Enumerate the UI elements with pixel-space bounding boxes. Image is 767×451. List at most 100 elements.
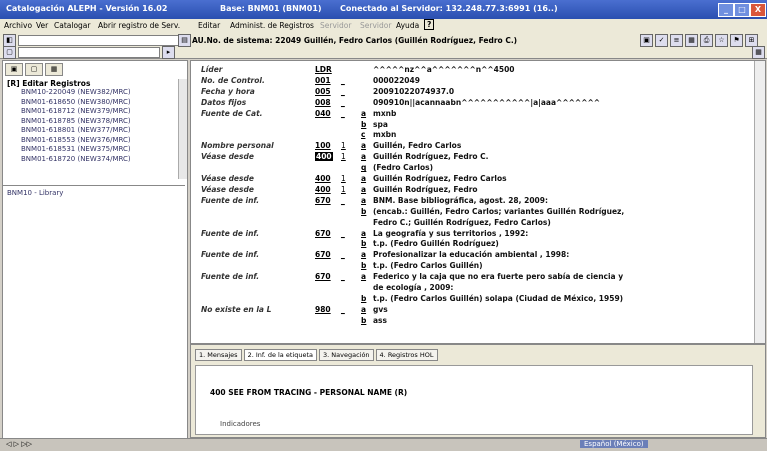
menu-servidor-2[interactable]: Servidor	[360, 21, 391, 30]
subfield-code: a	[361, 272, 367, 282]
menu-catalogar[interactable]: Catalogar	[54, 21, 90, 30]
field-value: Fedro C.; Guillén Rodríguez, Fedro Carlo…	[373, 217, 551, 227]
tree-item[interactable]: BNM01-618801 (NEW377/MRC)	[7, 126, 179, 136]
field-value: ^^^^^nz^^a^^^^^^^n^^4500	[373, 65, 515, 74]
field-indicator: 1	[341, 141, 346, 151]
maximize-button[interactable]: □	[734, 3, 750, 17]
menu-servidor[interactable]: Servidor	[320, 21, 351, 30]
search-input[interactable]	[18, 47, 160, 58]
field-tag: 980	[315, 304, 331, 314]
field-label: No existe en la L	[201, 304, 272, 314]
field-value: mxnb	[373, 108, 397, 118]
tab-mensajes[interactable]: 1. Mensajes	[195, 349, 242, 361]
list-icon[interactable]: ≡	[670, 34, 683, 47]
grid-icon[interactable]: ▦	[685, 34, 698, 47]
info-tabs: 1. Mensajes 2. Inf. de la etiqueta 3. Nave…	[195, 349, 440, 361]
print-icon[interactable]: ⎙	[700, 34, 713, 47]
menu-archivo[interactable]: Archivo	[4, 21, 32, 30]
subfield-code: a	[361, 228, 367, 238]
editor-scrollbar[interactable]	[754, 61, 765, 343]
record-editor: Líder LDR ^^^^^nz^^a^^^^^^^n^^4500 No. de C…	[190, 60, 766, 344]
field-tag: 670	[315, 195, 331, 205]
left-tabs: ▣ ▢ ▦	[5, 63, 65, 76]
close-button[interactable]: X	[750, 3, 766, 17]
field-value: (Fedro Carlos)	[373, 163, 434, 173]
field-label: Fuente de inf.	[201, 195, 260, 205]
menu-editar[interactable]: Editar	[198, 21, 220, 30]
toggle-icon[interactable]: ▦	[752, 46, 765, 59]
tab-navegacion[interactable]: 3. Navegación	[319, 349, 374, 361]
library-node[interactable]: BNM10 - Library	[7, 189, 63, 197]
tree-item[interactable]: BNM01-618531 (NEW375/MRC)	[7, 145, 179, 155]
tree-item[interactable]: BNM01-618712 (NEW379/MRC)	[7, 107, 179, 117]
tab-inf-etiqueta[interactable]: 2. Inf. de la etiqueta	[243, 349, 317, 361]
minimize-button[interactable]: _	[718, 3, 734, 17]
menu-administ[interactable]: Administ. de Registros	[230, 21, 314, 30]
go-icon[interactable]: ▸	[162, 46, 175, 59]
record-tree: [R] Editar Registros BNM10-220049 (NEW38…	[7, 79, 179, 179]
subfield-code: b	[361, 315, 367, 325]
field-value: 20091022074937.0	[373, 86, 455, 96]
field-tag: LDR	[315, 65, 332, 74]
field-value: Profesionalizar la educación ambiental ,…	[373, 250, 570, 260]
field-tag: 001	[315, 75, 331, 85]
base-label: Base: BNM01 (BNM01)	[220, 4, 322, 13]
field-value: 000022049	[373, 75, 420, 85]
field-value: BNM. Base bibliográfica, agost. 28, 2009…	[373, 195, 548, 205]
info-panel: 1. Mensajes 2. Inf. de la etiqueta 3. Nave…	[190, 344, 766, 438]
tree-scrollbar[interactable]	[178, 79, 187, 179]
field-value: gvs	[373, 304, 388, 314]
field-label: Líder	[201, 65, 223, 74]
subfield-code: a	[361, 174, 367, 183]
field-indicator: _	[341, 97, 345, 107]
record-header: AU.No. de sistema: 22049 Guillén, Fedro …	[192, 36, 518, 45]
tree-item[interactable]: BNM01-618720 (NEW374/MRC)	[7, 155, 179, 165]
tag-info-content: 400 SEE FROM TRACING - PERSONAL NAME (R)…	[195, 365, 753, 435]
tree-item[interactable]: BNM10-220049 (NEW382/MRC)	[7, 88, 179, 98]
language-indicator[interactable]: Español (México)	[580, 440, 648, 448]
flag-icon[interactable]: ⚑	[730, 34, 743, 47]
field-tag: 400	[315, 152, 333, 162]
tree-item[interactable]: BNM01-618553 (NEW376/MRC)	[7, 136, 179, 146]
app-title: Catalogación ALEPH - Versión 16.02	[6, 4, 168, 13]
field-label: Datos fijos	[201, 97, 247, 107]
star-icon[interactable]: ☆	[715, 34, 728, 47]
tab-grid[interactable]: ▦	[45, 63, 63, 76]
tab-list[interactable]: ▢	[25, 63, 43, 76]
save-icon[interactable]: ▣	[640, 34, 653, 47]
tab-tree[interactable]: ▣	[5, 63, 23, 76]
menu-abrir-registro[interactable]: Abrir registro de Serv.	[98, 21, 180, 30]
field-value: Guillén Rodríguez, Fedro Carlos	[373, 174, 507, 183]
field-indicator: _	[341, 250, 345, 260]
field-value: t.p. (Fedro Carlos Guillén) solapa (Ciud…	[373, 293, 624, 303]
field-tag: 008	[315, 97, 331, 107]
subfield-code: a	[361, 152, 367, 162]
help-icon[interactable]: ?	[424, 19, 435, 30]
nav-controls[interactable]: ◁ ▷ ▷▷	[6, 440, 32, 448]
field-title: 400 SEE FROM TRACING - PERSONAL NAME (R)	[210, 388, 408, 397]
menu-ayuda[interactable]: Ayuda	[396, 21, 419, 30]
field-label: Fuente de inf.	[201, 272, 260, 282]
field-value: Guillén Rodríguez, Fedro C.	[373, 152, 489, 162]
toolbar-second-icon[interactable]: ▢	[3, 46, 16, 59]
field-indicator: _	[341, 304, 345, 314]
field-tag: 670	[315, 228, 331, 238]
navigation-panel: ▣ ▢ ▦ [R] Editar Registros BNM10-220049 (N…	[2, 60, 188, 442]
command-input[interactable]	[18, 35, 180, 46]
field-value: de ecología , 2009:	[373, 283, 454, 292]
field-label: Véase desde	[201, 184, 254, 194]
tree-root[interactable]: [R] Editar Registros	[7, 79, 179, 88]
indicators-label: Indicadores	[220, 420, 261, 428]
tree-item[interactable]: BNM01-618785 (NEW378/MRC)	[7, 117, 179, 127]
tree-item[interactable]: BNM01-618650 (NEW380/MRC)	[7, 98, 179, 108]
menu-ver[interactable]: Ver	[36, 21, 48, 30]
field-label: Fecha y hora	[201, 86, 255, 96]
subfield-code: b	[361, 206, 367, 216]
subfield-code: b	[361, 119, 367, 129]
record-icon[interactable]: ▤	[178, 34, 191, 47]
field-tag: 100	[315, 141, 331, 151]
check-icon[interactable]: ✓	[655, 34, 668, 47]
field-value: (encab.: Guillén, Fedro Carlos; variante…	[373, 206, 625, 216]
subfield-code: c	[361, 130, 366, 140]
tab-registros-hol[interactable]: 4. Registros HOL	[375, 349, 438, 361]
